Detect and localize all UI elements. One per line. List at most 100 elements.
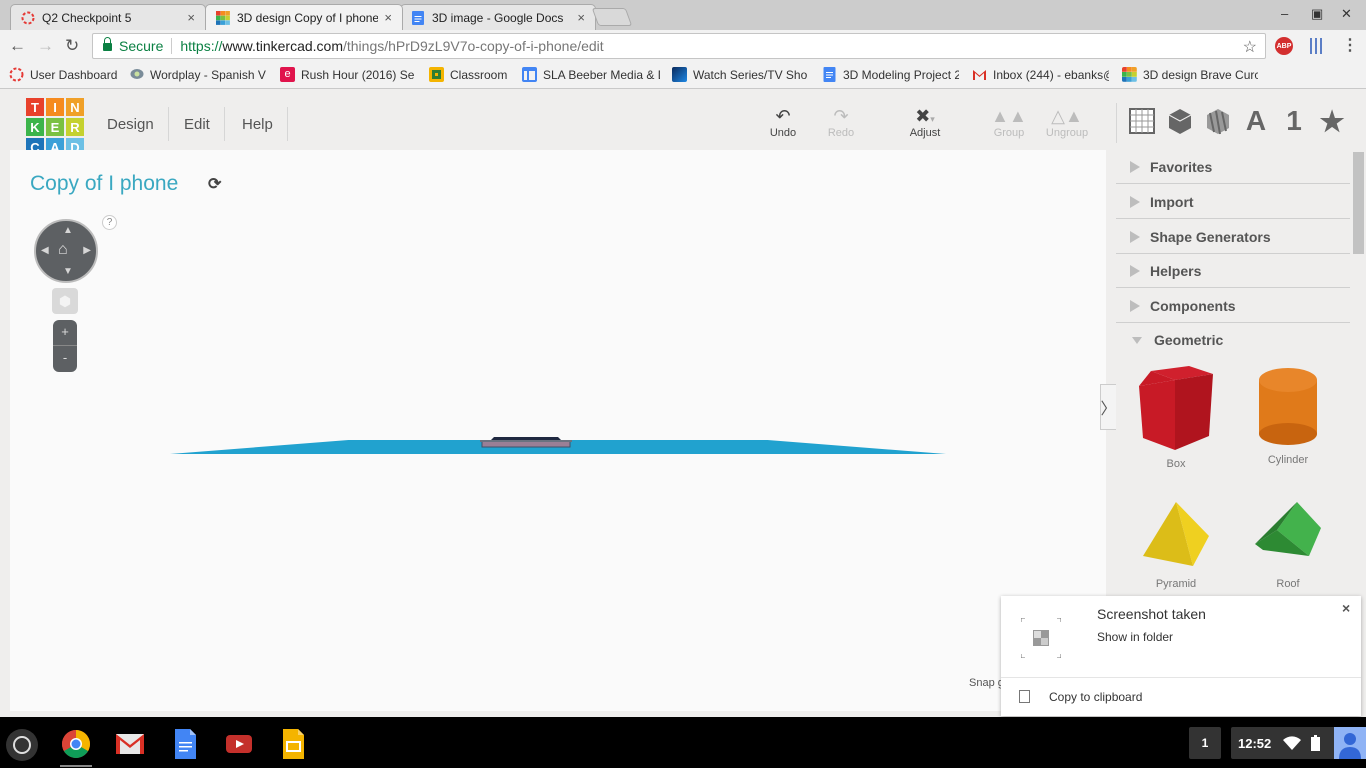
restore-icon[interactable]: ▣: [1311, 6, 1323, 22]
tinkercad-icon: [216, 10, 230, 25]
battery-icon: [1311, 735, 1321, 751]
gmail-icon[interactable]: [115, 729, 145, 759]
avatar[interactable]: [1334, 727, 1366, 759]
tab-label: Q2 Checkpoint 5: [42, 10, 132, 25]
panel-scrollbar[interactable]: [1353, 152, 1364, 254]
google-docs-icon[interactable]: [170, 729, 200, 759]
hole-box-icon[interactable]: [1202, 103, 1234, 139]
menu-help[interactable]: Help: [228, 107, 288, 141]
checkpoint-icon: [21, 11, 35, 24]
adblock-plus-icon[interactable]: ABP: [1275, 37, 1293, 55]
category-components[interactable]: Components: [1116, 289, 1350, 323]
pan-left-icon[interactable]: ◀: [41, 245, 49, 256]
bookmark-classroom[interactable]: Classroom: [429, 67, 514, 82]
category-geometric[interactable]: Geometric: [1116, 323, 1350, 357]
ungroup-icon: △▲: [1051, 106, 1083, 126]
gmail-icon: [973, 70, 986, 80]
google-docs-icon: [412, 10, 424, 25]
text-icon[interactable]: A: [1240, 103, 1272, 139]
forward-icon[interactable]: →: [37, 36, 54, 56]
refresh-icon[interactable]: ⟳: [208, 174, 221, 194]
solid-box-icon[interactable]: [1164, 103, 1196, 139]
category-label: Import: [1150, 193, 1194, 210]
workplane-icon[interactable]: [1126, 103, 1158, 139]
ungroup-button[interactable]: △▲ Ungroup: [1042, 105, 1092, 139]
bookmark-3d-design-brave[interactable]: 3D design Brave Curc: [1122, 67, 1258, 82]
notification-close-icon[interactable]: ×: [1342, 600, 1350, 616]
tab-close-icon[interactable]: ×: [384, 10, 392, 25]
shape-label: Box: [1166, 458, 1186, 470]
category-shape-generators[interactable]: Shape Generators: [1116, 220, 1350, 254]
phone-model[interactable]: [480, 436, 572, 448]
help-icon[interactable]: ?: [102, 215, 117, 230]
category-import[interactable]: Import: [1116, 185, 1350, 219]
google-slides-icon[interactable]: [278, 729, 308, 759]
bookmark-sla-beeber[interactable]: SLA Beeber Media & D: [522, 67, 660, 82]
group-button[interactable]: ▲▲ Group: [984, 105, 1034, 139]
bookmark-label: 3D Modeling Project 2: [843, 67, 959, 82]
category-helpers[interactable]: Helpers: [1116, 254, 1350, 288]
bookmark-label: SLA Beeber Media & D: [543, 67, 660, 82]
bookmark-rush-hour[interactable]: e Rush Hour (2016) Se: [280, 67, 417, 82]
bookmark-wordplay[interactable]: Wordplay - Spanish V: [129, 67, 267, 82]
tab-tinkercad[interactable]: 3D design Copy of I phone ×: [205, 4, 403, 30]
zoom-control: + -: [53, 320, 77, 372]
bookmark-inbox[interactable]: Inbox (244) - ebanks@: [972, 67, 1109, 82]
chat-bubble-icon: [130, 69, 144, 79]
shape-roof[interactable]: Roof: [1243, 500, 1333, 590]
screenshot-thumbnail-icon: [1021, 618, 1061, 658]
category-favorites[interactable]: Favorites: [1116, 150, 1350, 184]
window-close-icon[interactable]: ✕: [1341, 6, 1352, 22]
address-bar[interactable]: Secure https:// www.tinkercad.com /thing…: [92, 33, 1266, 59]
shape-pyramid[interactable]: Pyramid: [1131, 500, 1221, 590]
launcher-icon[interactable]: [6, 729, 38, 761]
adjust-button[interactable]: ✖▾ Adjust: [900, 105, 950, 139]
tab-q2-checkpoint[interactable]: Q2 Checkpoint 5 ×: [10, 4, 206, 30]
tab-google-docs[interactable]: 3D image - Google Docs ×: [400, 4, 596, 30]
bookmark-watch-series[interactable]: Watch Series/TV Sho: [672, 67, 808, 82]
design-title[interactable]: Copy of I phone: [30, 172, 178, 196]
roof-shape-icon: [1255, 502, 1321, 556]
menu-design[interactable]: Design: [93, 107, 169, 141]
cylinder-shape-icon: [1259, 368, 1317, 445]
redo-button[interactable]: ↷ Redo: [816, 105, 866, 139]
view-navigation-dial[interactable]: ▲ ▼ ◀ ▶ ⌂: [34, 219, 98, 283]
back-icon[interactable]: ←: [9, 36, 26, 56]
shape-cylinder[interactable]: Cylinder: [1243, 366, 1333, 466]
watch-series-icon: [672, 67, 687, 82]
shape-box[interactable]: Box: [1131, 366, 1221, 470]
bookmark-star-icon[interactable]: ☆: [1243, 37, 1257, 57]
redo-icon: ↷: [833, 106, 849, 126]
notification-count[interactable]: 1: [1189, 727, 1221, 759]
menu-edit[interactable]: Edit: [170, 107, 225, 141]
reload-icon[interactable]: ↻: [65, 36, 79, 56]
home-view-icon[interactable]: ⌂: [58, 241, 68, 259]
pan-right-icon[interactable]: ▶: [83, 245, 91, 256]
zoom-out-button[interactable]: -: [53, 346, 77, 372]
tab-strip: Q2 Checkpoint 5 × 3D design Copy of I ph…: [0, 0, 1366, 30]
pan-down-icon[interactable]: ▼: [63, 266, 73, 277]
copy-to-clipboard-button[interactable]: Copy to clipboard: [1049, 690, 1142, 704]
ortho-view-cube-icon[interactable]: ⬢: [52, 288, 78, 314]
youtube-icon[interactable]: [224, 729, 254, 759]
new-tab-button[interactable]: [591, 8, 633, 26]
pan-up-icon[interactable]: ▲: [63, 225, 73, 236]
tinkercad-logo[interactable]: TINKERCAD: [25, 97, 85, 157]
star-icon[interactable]: ★: [1316, 103, 1348, 139]
tab-close-icon[interactable]: ×: [577, 10, 585, 25]
chrome-menu-icon[interactable]: ⋮: [1342, 35, 1358, 55]
workplane-canvas[interactable]: Copy of I phone ⟳ ? ▲ ▼ ◀ ▶ ⌂ ⬢ + - Snap…: [10, 150, 1106, 711]
chrome-icon[interactable]: [61, 729, 91, 759]
bookmark-user-dashboard[interactable]: User Dashboard: [9, 67, 121, 82]
user-icon: [1339, 733, 1361, 759]
extension-icon[interactable]: [1310, 38, 1324, 54]
number-icon[interactable]: 1: [1278, 103, 1310, 139]
show-in-folder-link[interactable]: Show in folder: [1097, 630, 1173, 644]
zoom-in-button[interactable]: +: [53, 320, 77, 346]
bookmark-3d-modeling[interactable]: 3D Modeling Project 2: [822, 67, 959, 82]
minimize-icon[interactable]: –: [1281, 6, 1288, 21]
undo-button[interactable]: ↶ Undo: [758, 105, 808, 139]
collapse-panel-button[interactable]: 〉: [1100, 384, 1117, 430]
status-tray[interactable]: 12:52: [1231, 727, 1366, 759]
tab-close-icon[interactable]: ×: [187, 10, 195, 25]
